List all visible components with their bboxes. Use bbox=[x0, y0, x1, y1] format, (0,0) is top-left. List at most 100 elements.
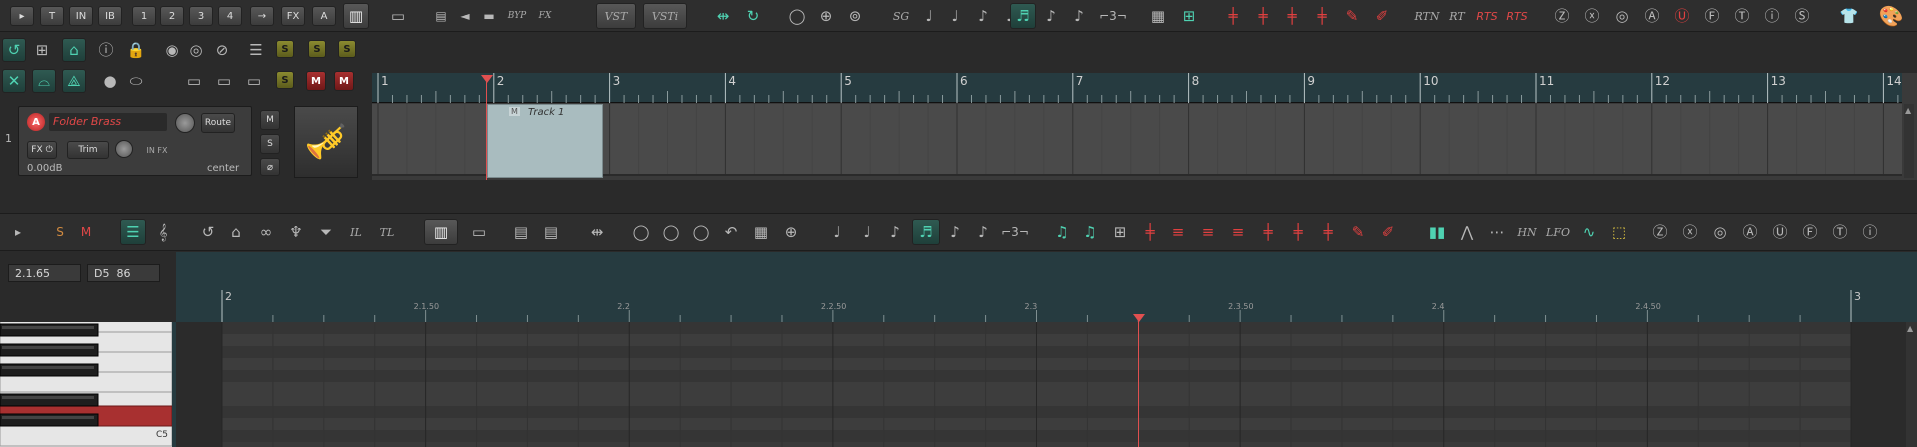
top-zoom-1-button[interactable]: Ⓩ bbox=[1550, 3, 1574, 29]
arrange-ruler[interactable]: 1 2 3 4 5 6 7 8 9 10 11 12 13 14 bbox=[372, 73, 1902, 103]
tl-button[interactable]: TL bbox=[374, 219, 400, 245]
track-name-field[interactable]: Folder Brass bbox=[49, 113, 167, 131]
notation-button[interactable]: 𝄞 bbox=[150, 219, 176, 245]
play-cursor-marker[interactable] bbox=[481, 75, 493, 83]
record-arm-button[interactable]: A bbox=[27, 113, 45, 131]
sg-button[interactable]: SG bbox=[888, 3, 914, 29]
play-small-button[interactable]: ▸ bbox=[10, 6, 34, 26]
midi-note-selected-button[interactable]: ♬ bbox=[912, 219, 940, 245]
top-zoom-7-button[interactable]: Ⓣ bbox=[1730, 3, 1754, 29]
midi-qgrid-button[interactable]: ⊞ bbox=[1108, 219, 1132, 245]
list-view-button[interactable]: ☰ bbox=[120, 219, 146, 245]
zoom-q3-button[interactable]: ⊚ bbox=[842, 3, 868, 29]
media-item[interactable]: M Track 1 bbox=[487, 104, 603, 178]
mute-all-button[interactable]: M bbox=[334, 71, 354, 91]
fx-chain-button[interactable]: FX bbox=[533, 3, 557, 29]
midi-cc-bars-button[interactable]: ▮▮ bbox=[1424, 219, 1450, 245]
share-button[interactable]: ⟁ bbox=[62, 69, 86, 93]
grid-snap-button[interactable]: ⊞ bbox=[1176, 3, 1202, 29]
midi-split-button[interactable]: ⇹ bbox=[584, 219, 610, 245]
palette-button[interactable]: 🎨 bbox=[1876, 1, 1906, 31]
midi-zoom4-button[interactable]: ⊕ bbox=[778, 219, 804, 245]
record-tool-button[interactable]: ⌓ bbox=[32, 69, 56, 93]
note-readout[interactable]: D5 86 bbox=[87, 264, 160, 282]
piano-keyboard[interactable]: C5 bbox=[0, 322, 172, 447]
route-button[interactable]: Route bbox=[201, 113, 235, 133]
midi-zoom-4-button[interactable]: Ⓐ bbox=[1738, 219, 1762, 245]
lock-button[interactable]: 🔒 bbox=[124, 38, 148, 62]
grid-view-button[interactable]: ⊞ bbox=[30, 38, 54, 62]
midi-red4-button[interactable]: ≡ bbox=[1226, 219, 1250, 245]
grid-button[interactable]: ▦ bbox=[1144, 3, 1172, 29]
midi-wave-button[interactable]: ∿ bbox=[1576, 219, 1602, 245]
rts-button[interactable]: RTS bbox=[1474, 3, 1500, 29]
folder-open-button[interactable]: ▭ bbox=[212, 69, 236, 93]
midi-monitor-button[interactable]: ⌂ bbox=[224, 219, 248, 245]
volume-knob[interactable] bbox=[175, 113, 195, 133]
ib-button[interactable]: IB bbox=[98, 6, 122, 26]
vsti-button[interactable]: VSTi bbox=[643, 3, 687, 29]
note-quarter-button[interactable]: ♪ bbox=[972, 3, 994, 29]
midi-zoom-5-button[interactable]: Ⓤ bbox=[1768, 219, 1792, 245]
triplet-button[interactable]: ⌐3¬ bbox=[1098, 3, 1128, 29]
a-button[interactable]: A bbox=[312, 6, 336, 26]
midi-lanes-button[interactable]: ▤ bbox=[508, 219, 534, 245]
folder-close-button[interactable]: ▭ bbox=[242, 69, 266, 93]
track-solo-button[interactable]: S bbox=[260, 134, 280, 154]
rts-2-button[interactable]: RTS bbox=[1504, 3, 1530, 29]
solo-clear-button[interactable]: S bbox=[338, 40, 356, 58]
eye2-button[interactable]: ◎ bbox=[184, 38, 208, 62]
mute-x-button[interactable]: M bbox=[306, 71, 326, 91]
hn-button[interactable]: HN bbox=[1514, 219, 1540, 245]
item-mute-icon[interactable]: M bbox=[509, 107, 520, 116]
midi-zoom3-button[interactable]: ◯ bbox=[688, 219, 714, 245]
split-button[interactable]: ⇹ bbox=[710, 3, 736, 29]
il-button[interactable]: IL bbox=[344, 219, 368, 245]
t-button[interactable]: T bbox=[40, 6, 64, 26]
monitor-button[interactable]: ⌂ bbox=[62, 38, 86, 62]
solo-x-button[interactable]: S bbox=[308, 40, 326, 58]
loop-button[interactable]: ↻ bbox=[740, 3, 766, 29]
red-tool-4[interactable]: ╪ bbox=[1309, 3, 1335, 29]
top-zoom-3-button[interactable]: ◎ bbox=[1610, 3, 1634, 29]
fx-button[interactable]: FX bbox=[281, 6, 305, 26]
midi-note5-button[interactable]: ♪ bbox=[944, 219, 966, 245]
in-button[interactable]: IN bbox=[69, 6, 93, 26]
midi-red1-button[interactable]: ╪ bbox=[1138, 219, 1162, 245]
eye-hide-button[interactable]: ⊘ bbox=[210, 38, 234, 62]
slot-4-button[interactable]: 4 bbox=[218, 6, 242, 26]
bypass-button[interactable]: BYP bbox=[503, 3, 531, 29]
midi-pencil2-button[interactable]: ✐ bbox=[1376, 219, 1400, 245]
slot-3-button[interactable]: 3 bbox=[189, 6, 213, 26]
lfo-button[interactable]: LFO bbox=[1544, 219, 1572, 245]
scroll-up-icon[interactable]: ▲ bbox=[1905, 106, 1911, 115]
list-button[interactable]: ☰ bbox=[244, 38, 268, 62]
screen-button[interactable]: ▭ bbox=[385, 3, 411, 29]
zoom-q1-button[interactable]: ◯ bbox=[784, 3, 810, 29]
track-header[interactable]: A Folder Brass Route FX ⏻ Trim IN FX 0.00… bbox=[18, 106, 252, 176]
midi-line-button[interactable]: ⋀ bbox=[1454, 219, 1480, 245]
midi-undo2-button[interactable]: ↶ bbox=[718, 219, 744, 245]
folder-button[interactable]: ▭ bbox=[182, 69, 206, 93]
midi-grid-button[interactable]: ▦ bbox=[748, 219, 774, 245]
phase-button[interactable]: ⌀ bbox=[260, 158, 280, 176]
midi-zoom-6-button[interactable]: Ⓕ bbox=[1798, 219, 1822, 245]
route-tool-button[interactable]: ✕ bbox=[2, 69, 26, 93]
midi-zoom2-button[interactable]: ◯ bbox=[658, 219, 684, 245]
midi-red5-button[interactable]: ╪ bbox=[1256, 219, 1280, 245]
midi-piano-button[interactable]: ▥ bbox=[424, 219, 458, 245]
solo-a-button[interactable]: S bbox=[276, 40, 294, 58]
red-tool-1[interactable]: ╪ bbox=[1220, 3, 1246, 29]
midi-mouse-button[interactable]: ⬚ bbox=[1606, 219, 1632, 245]
top-zoom-4-button[interactable]: Ⓐ bbox=[1640, 3, 1664, 29]
in-fx-button[interactable]: IN FX bbox=[137, 141, 177, 159]
slot-1-button[interactable]: 1 bbox=[132, 6, 156, 26]
midi-note3-button[interactable]: ♪ bbox=[884, 219, 906, 245]
midi-tie1-button[interactable]: ♫ bbox=[1050, 219, 1074, 245]
piano-button[interactable]: ▥ bbox=[343, 3, 369, 29]
rtn-button[interactable]: RTN bbox=[1412, 3, 1442, 29]
arrow-right-button[interactable]: → bbox=[250, 6, 274, 26]
midi-zoom-8-button[interactable]: ⓘ bbox=[1858, 219, 1882, 245]
track-mute-button[interactable]: M bbox=[260, 110, 280, 130]
midi-triplet-button[interactable]: ⌐3¬ bbox=[1000, 219, 1030, 245]
